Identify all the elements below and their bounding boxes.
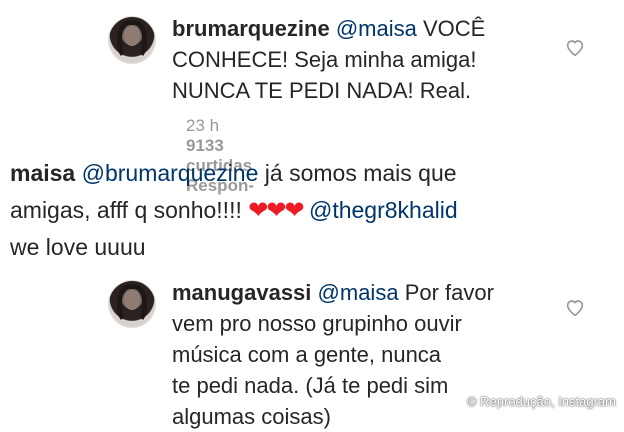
mention[interactable]: @brumarquezine <box>82 160 259 186</box>
comment-line: VOCÊ <box>422 16 486 41</box>
comment-line: NUNCA TE PEDI NADA! Real. <box>172 78 472 103</box>
comment-line: já somos mais que <box>264 160 457 186</box>
username[interactable]: brumarquezine <box>172 16 330 41</box>
comment-maisa: maisa @brumarquezine já somos mais que a… <box>10 155 620 266</box>
timestamp: 23 h <box>186 116 220 135</box>
comment-line: amigas, afff q sonho!!!! <box>10 197 242 223</box>
comment-line: te pedi nada. (Já te pedi sim <box>172 373 449 398</box>
avatar[interactable] <box>108 280 156 328</box>
heart-outline-icon[interactable] <box>564 296 586 318</box>
comment-line: música com a gente, nunca <box>172 342 442 367</box>
comment-line: Por favor <box>404 280 494 305</box>
comment-line: CONHECE! Seja minha amiga! <box>172 47 477 72</box>
avatar[interactable] <box>108 16 156 64</box>
image-credit: © Reprodução, Instagram <box>466 394 616 409</box>
heart-emoji: ❤❤❤ <box>248 197 304 224</box>
mention[interactable]: @maisa <box>336 16 417 41</box>
comment-line: algumas coisas) <box>172 404 331 429</box>
heart-outline-icon[interactable] <box>564 36 586 58</box>
comment-line: vem pro nosso grupinho ouvir <box>172 311 462 336</box>
mention[interactable]: @maisa <box>318 280 399 305</box>
username[interactable]: maisa <box>10 160 75 186</box>
comment-text: brumarquezine @maisa VOCÊ CONHECE! Seja … <box>172 13 592 106</box>
mention[interactable]: @thegr8khalid <box>309 197 458 223</box>
comment-line: we love uuuu <box>10 234 146 260</box>
username[interactable]: manugavassi <box>172 280 311 305</box>
